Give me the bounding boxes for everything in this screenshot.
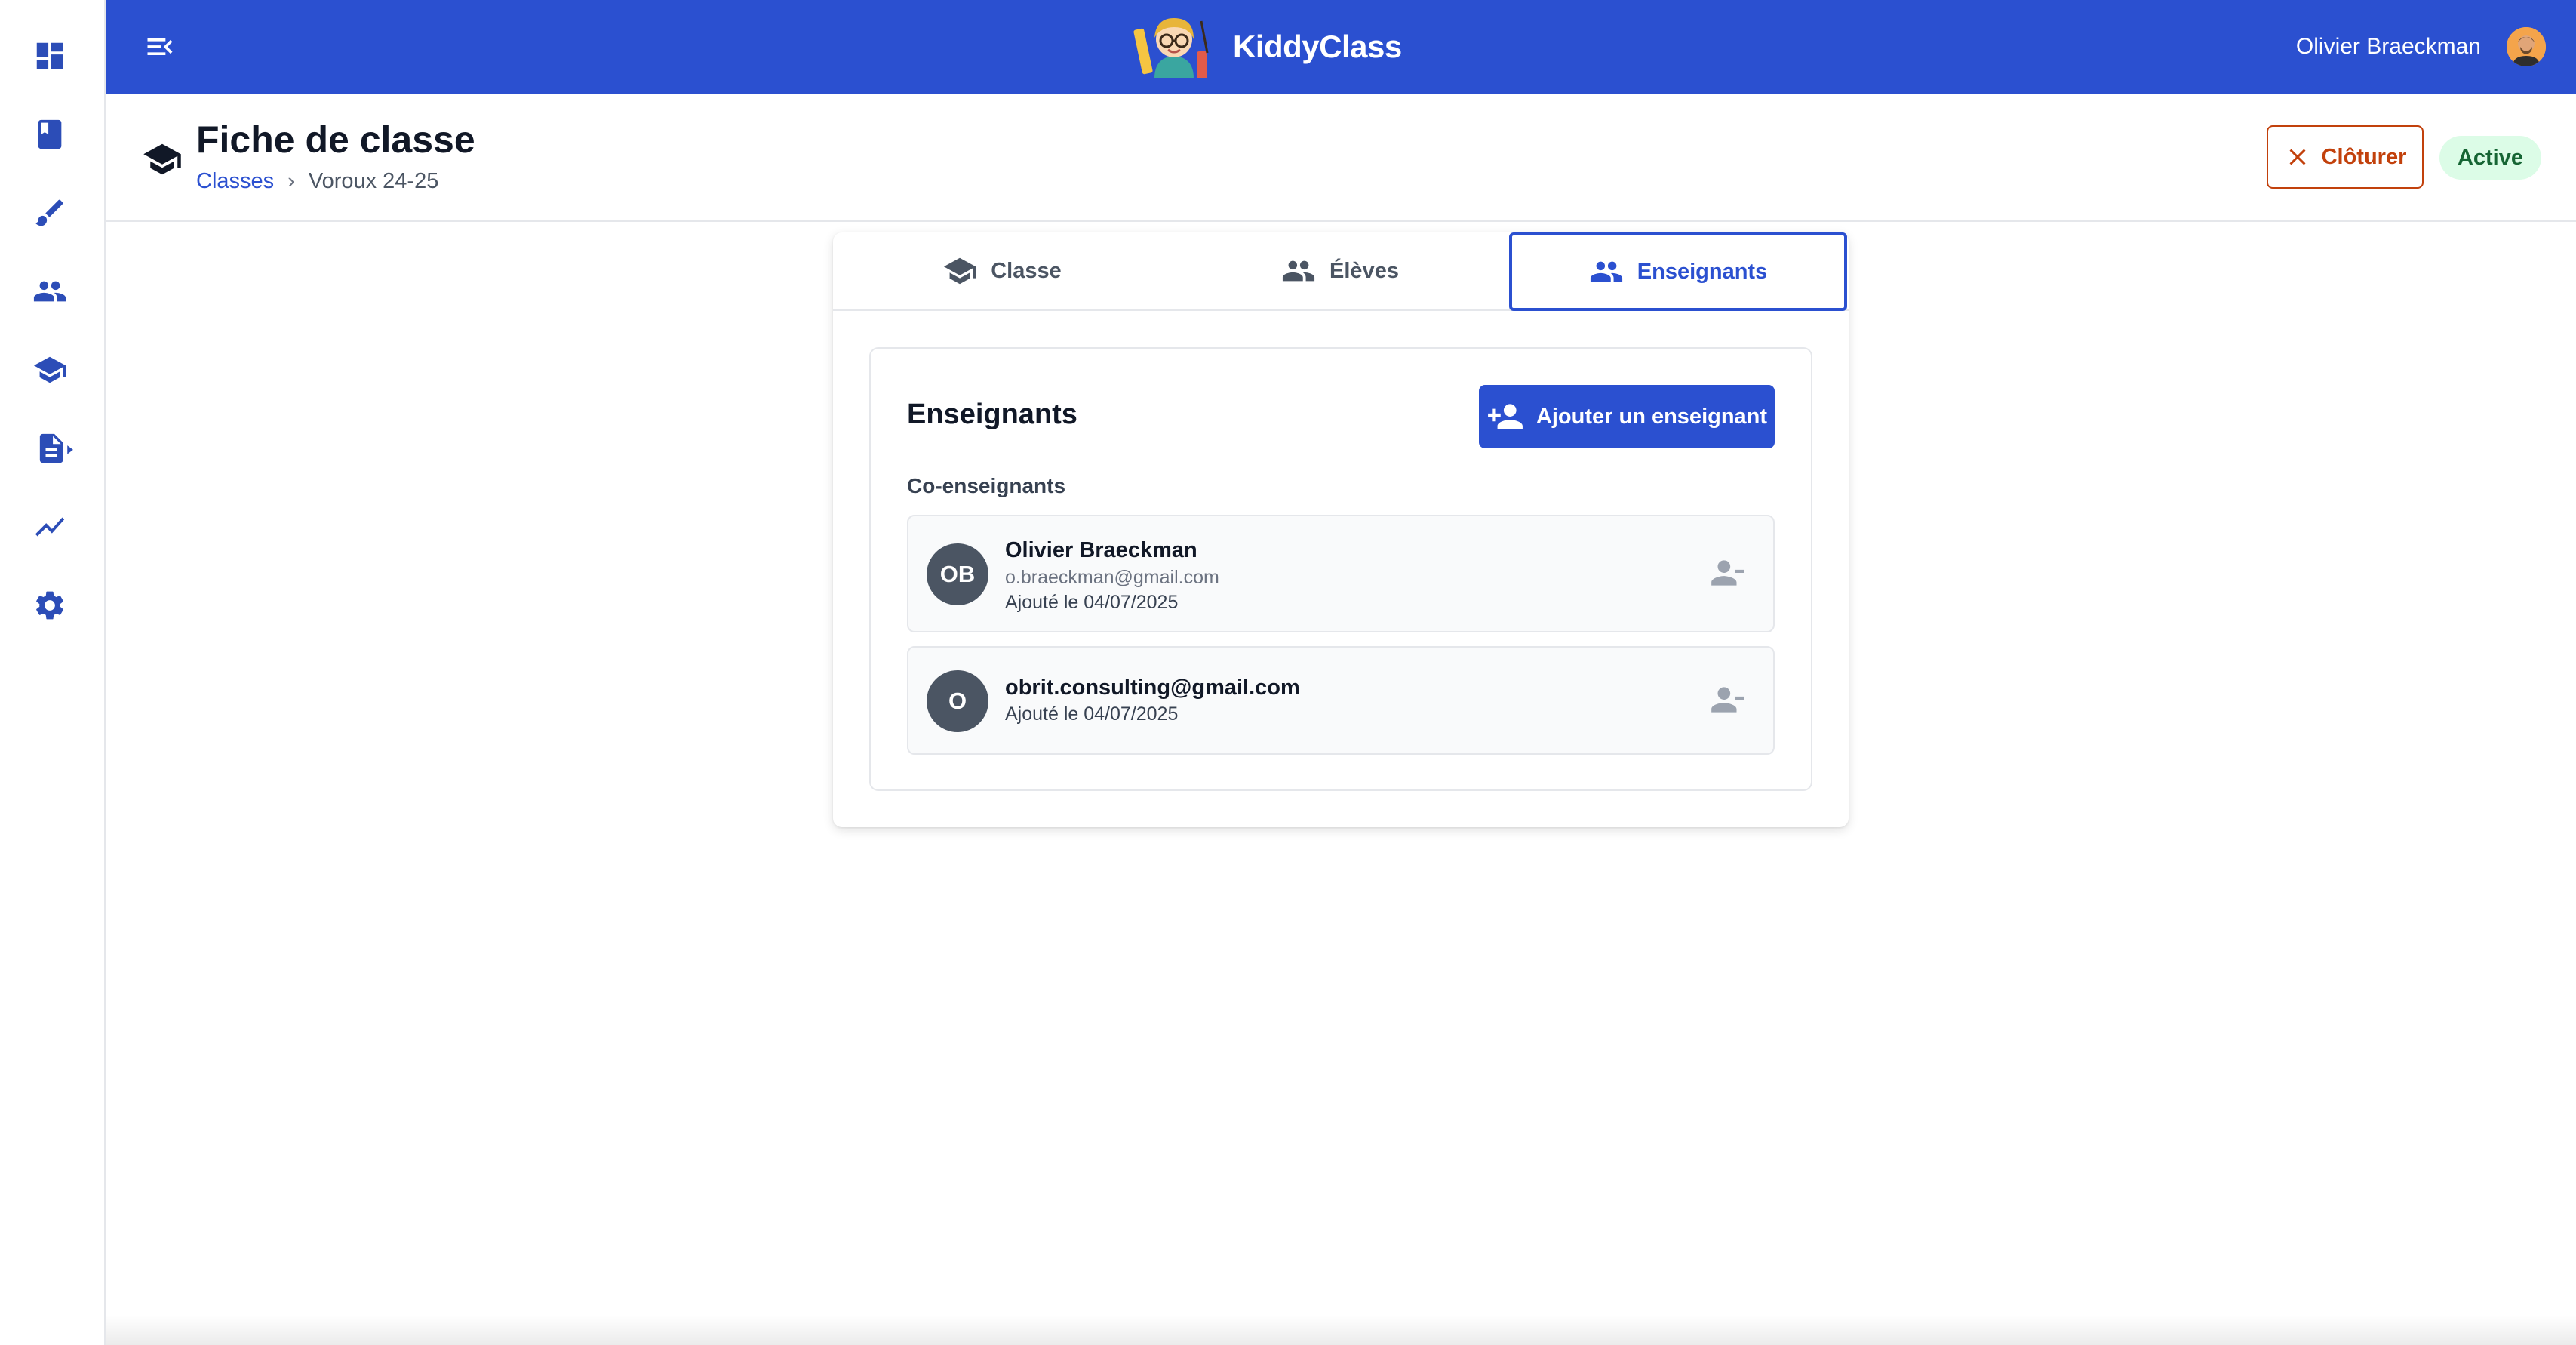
tab-label: Enseignants bbox=[1637, 259, 1768, 284]
sidebar-item-stats[interactable] bbox=[30, 507, 69, 546]
page-header: Fiche de classe Classes › Voroux 24-25 C… bbox=[106, 94, 2576, 222]
teacher-name: Olivier Braeckman bbox=[1005, 538, 1197, 562]
sidebar-item-people[interactable] bbox=[30, 272, 69, 311]
teacher-row: O obrit.consulting@gmail.com Ajouté le 0… bbox=[907, 646, 1775, 755]
people-icon bbox=[1590, 261, 1622, 282]
person-remove-icon bbox=[1711, 560, 1744, 586]
sidebar-item-book[interactable] bbox=[30, 115, 69, 154]
breadcrumb-current: Voroux 24-25 bbox=[308, 169, 439, 193]
people-icon bbox=[1282, 260, 1315, 282]
school-icon bbox=[142, 139, 183, 180]
brand[interactable]: KiddyClass bbox=[1132, 6, 1402, 88]
avatar: O bbox=[927, 670, 988, 732]
teacher-email: o.braeckman@gmail.com bbox=[1005, 567, 1219, 588]
class-card: Classe Élèves Enseignants Enseignants Aj… bbox=[833, 232, 1849, 827]
document-play-icon bbox=[39, 433, 73, 463]
people-icon bbox=[33, 281, 66, 302]
breadcrumb-separator: › bbox=[287, 169, 295, 193]
brush-icon bbox=[35, 199, 63, 226]
bottom-shadow bbox=[106, 1315, 2576, 1345]
breadcrumb-link-classes[interactable]: Classes bbox=[196, 169, 274, 194]
tab-classe[interactable]: Classe bbox=[833, 232, 1171, 309]
trending-icon bbox=[35, 517, 65, 537]
teacher-row: OB Olivier Braeckman o.braeckman@gmail.c… bbox=[907, 515, 1775, 632]
remove-teacher-button[interactable] bbox=[1707, 552, 1748, 593]
person-remove-icon bbox=[1711, 687, 1744, 713]
teacher-added-date: Ajouté le 04/07/2025 bbox=[1005, 703, 1179, 725]
sidebar bbox=[0, 0, 106, 1345]
sidebar-item-brush[interactable] bbox=[30, 193, 69, 232]
panel-title: Enseignants bbox=[907, 399, 1077, 430]
sidebar-item-dashboard[interactable] bbox=[30, 36, 69, 75]
book-icon bbox=[38, 119, 62, 149]
tab-label: Classe bbox=[991, 258, 1062, 283]
user-name: Olivier Braeckman bbox=[2295, 34, 2481, 59]
menu-collapse-button[interactable] bbox=[140, 27, 180, 66]
sidebar-item-documents[interactable] bbox=[30, 429, 78, 468]
user-avatar-icon bbox=[2507, 27, 2546, 66]
close-icon bbox=[2289, 149, 2306, 165]
section-label: Co-enseignants bbox=[907, 474, 1066, 497]
sidebar-item-settings[interactable] bbox=[30, 586, 69, 625]
person-add-icon bbox=[1488, 404, 1523, 429]
teachers-panel: Enseignants Ajouter un enseignant Co-ens… bbox=[869, 347, 1812, 791]
close-class-button[interactable]: Clôturer bbox=[2267, 125, 2424, 189]
teacher-info: Olivier Braeckman o.braeckman@gmail.com … bbox=[1005, 536, 1219, 614]
menu-open-icon bbox=[147, 38, 173, 55]
avatar: OB bbox=[927, 543, 988, 605]
tab-eleves[interactable]: Élèves bbox=[1171, 232, 1509, 309]
top-app-bar: KiddyClass Olivier Braeckman bbox=[106, 0, 2576, 94]
teacher-name: obrit.consulting@gmail.com bbox=[1005, 676, 1300, 700]
teacher-logo-icon bbox=[1133, 18, 1209, 78]
school-icon bbox=[944, 257, 976, 285]
add-teacher-label: Ajouter un enseignant bbox=[1535, 404, 1768, 429]
remove-teacher-button[interactable] bbox=[1707, 679, 1748, 720]
breadcrumb: Classes › Voroux 24-25 bbox=[196, 169, 438, 194]
tab-label: Élèves bbox=[1329, 258, 1399, 283]
user-menu[interactable]: Olivier Braeckman bbox=[2296, 23, 2546, 71]
school-icon bbox=[33, 356, 66, 383]
avatar[interactable] bbox=[2507, 27, 2546, 66]
sidebar-item-school[interactable] bbox=[30, 350, 69, 389]
add-teacher-button[interactable]: Ajouter un enseignant bbox=[1479, 385, 1775, 448]
teacher-added-date: Ajouté le 04/07/2025 bbox=[1005, 592, 1179, 613]
tab-enseignants[interactable]: Enseignants bbox=[1509, 232, 1847, 311]
app-name: KiddyClass bbox=[1233, 29, 1402, 64]
close-class-label: Clôturer bbox=[2321, 144, 2407, 169]
status-badge: Active bbox=[2439, 136, 2541, 180]
dashboard-icon bbox=[36, 42, 63, 69]
tab-bar: Classe Élèves Enseignants bbox=[833, 232, 1849, 311]
teacher-info: obrit.consulting@gmail.com Ajouté le 04/… bbox=[1005, 673, 1300, 726]
gear-icon bbox=[36, 591, 63, 620]
page-title: Fiche de classe bbox=[196, 118, 475, 161]
